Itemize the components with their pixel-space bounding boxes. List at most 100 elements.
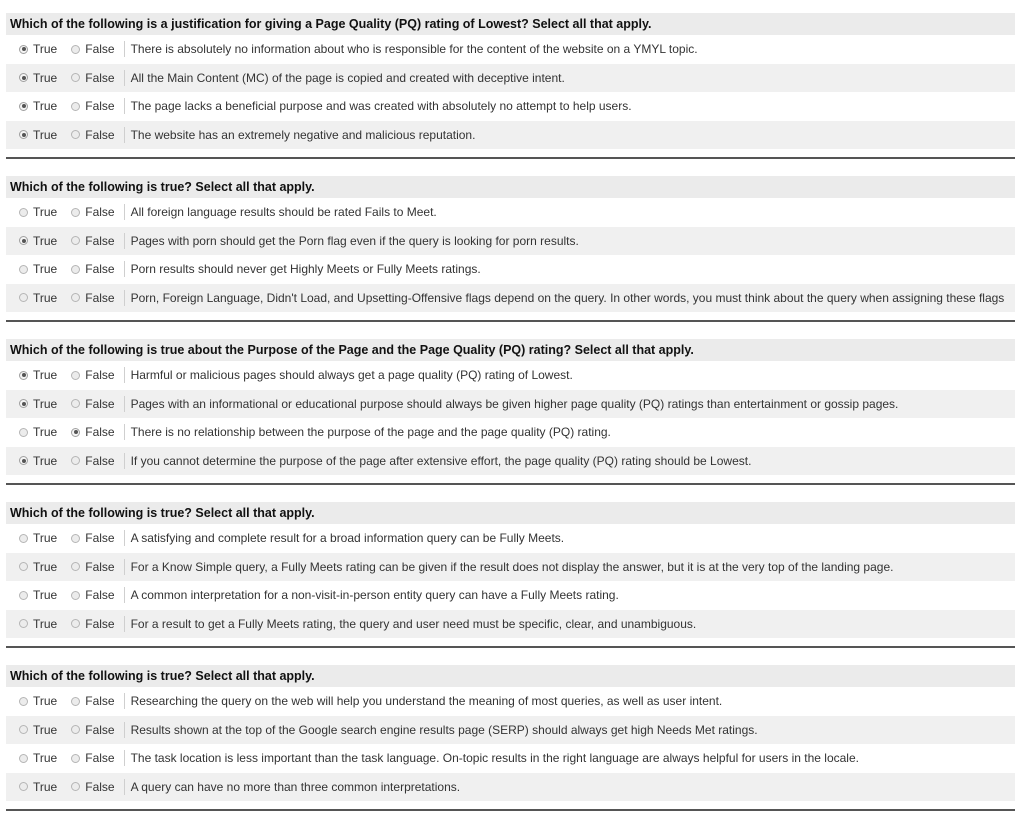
radio-false-input[interactable] xyxy=(71,130,81,140)
radio-true-label: True xyxy=(33,531,58,546)
radio-false[interactable]: False xyxy=(71,128,115,142)
radio-false-input[interactable] xyxy=(71,533,81,543)
radio-true[interactable]: True xyxy=(19,397,57,411)
radio-true-input[interactable] xyxy=(19,236,28,246)
radio-false[interactable]: False xyxy=(71,262,115,277)
radio-false[interactable]: False xyxy=(71,722,115,737)
radio-true[interactable]: True xyxy=(19,99,57,113)
radio-true[interactable]: True xyxy=(19,723,57,737)
radio-false[interactable]: False xyxy=(71,397,115,411)
radio-true-input[interactable] xyxy=(19,619,28,629)
radio-true-input[interactable] xyxy=(19,73,28,83)
radio-true-input[interactable] xyxy=(19,725,28,735)
radio-true[interactable]: True xyxy=(19,694,57,708)
radio-true[interactable]: True xyxy=(19,560,57,574)
question-separator xyxy=(6,646,1015,648)
radio-true[interactable]: True xyxy=(19,751,57,765)
option-divider xyxy=(123,395,125,412)
radio-true-input[interactable] xyxy=(19,207,28,217)
radio-false-input[interactable] xyxy=(71,44,81,54)
radio-true-input[interactable] xyxy=(19,399,28,409)
radio-false-input[interactable] xyxy=(71,236,81,246)
option-divider xyxy=(123,452,125,469)
radio-true[interactable]: True xyxy=(19,205,57,219)
radio-true[interactable]: True xyxy=(19,588,57,602)
radio-false[interactable]: False xyxy=(71,234,115,248)
radio-false-label: False xyxy=(85,722,115,737)
radio-true-input[interactable] xyxy=(19,562,28,572)
options-list: True False There is absolutely no informat… xyxy=(6,35,1015,149)
radio-true[interactable]: True xyxy=(19,368,57,382)
radio-true-input[interactable] xyxy=(19,44,28,54)
radio-false-input[interactable] xyxy=(71,753,81,763)
question-block: Which of the following is true about the… xyxy=(6,339,1015,485)
radio-false-input[interactable] xyxy=(71,264,81,274)
radio-true[interactable]: True xyxy=(19,454,57,468)
radio-true[interactable]: True xyxy=(19,291,57,305)
radio-false-label: False xyxy=(85,262,115,277)
radio-false[interactable]: False xyxy=(71,694,115,708)
radio-true-input[interactable] xyxy=(19,753,28,763)
option-divider xyxy=(123,424,125,441)
radio-true[interactable]: True xyxy=(19,780,57,794)
radio-true-input[interactable] xyxy=(19,130,28,140)
option-row: True False All foreign language results sh… xyxy=(6,198,1015,227)
option-text: The website has an extremely negative an… xyxy=(130,127,476,142)
radio-false-input[interactable] xyxy=(71,456,81,466)
radio-false-input[interactable] xyxy=(71,207,81,217)
radio-false[interactable]: False xyxy=(71,425,115,440)
radio-true-input[interactable] xyxy=(19,696,28,706)
radio-false[interactable]: False xyxy=(71,42,115,56)
radio-false[interactable]: False xyxy=(71,531,115,545)
radio-false-input[interactable] xyxy=(71,73,81,83)
radio-true[interactable]: True xyxy=(19,42,57,56)
radio-false-input[interactable] xyxy=(71,562,81,572)
radio-true-label: True xyxy=(33,425,58,440)
radio-false-label: False xyxy=(85,751,115,766)
option-text: Harmful or malicious pages should always… xyxy=(130,368,573,383)
radio-true-input[interactable] xyxy=(19,293,28,303)
option-text: The page lacks a beneficial purpose and … xyxy=(130,99,632,114)
radio-false-input[interactable] xyxy=(71,427,81,437)
radio-true-label: True xyxy=(33,722,58,737)
radio-true[interactable]: True xyxy=(19,234,57,248)
radio-false[interactable]: False xyxy=(71,560,115,574)
radio-false[interactable]: False xyxy=(71,368,115,382)
radio-false-input[interactable] xyxy=(71,370,81,380)
radio-true-input[interactable] xyxy=(19,782,28,792)
radio-false-input[interactable] xyxy=(71,725,81,735)
radio-false-label: False xyxy=(85,425,115,440)
radio-false[interactable]: False xyxy=(71,617,115,631)
radio-false-input[interactable] xyxy=(71,590,81,600)
radio-false[interactable]: False xyxy=(71,779,115,794)
radio-true-input[interactable] xyxy=(19,590,28,600)
radio-false-input[interactable] xyxy=(71,101,81,111)
radio-true-input[interactable] xyxy=(19,533,28,543)
radio-false[interactable]: False xyxy=(71,291,115,305)
radio-true[interactable]: True xyxy=(19,71,57,85)
radio-true-input[interactable] xyxy=(19,264,28,274)
radio-true[interactable]: True xyxy=(19,128,57,142)
radio-false[interactable]: False xyxy=(71,71,115,85)
radio-false[interactable]: False xyxy=(71,99,115,113)
radio-false[interactable]: False xyxy=(71,751,115,766)
radio-false-input[interactable] xyxy=(71,293,81,303)
radio-false[interactable]: False xyxy=(71,588,115,602)
radio-false-input[interactable] xyxy=(71,696,81,706)
radio-true-input[interactable] xyxy=(19,427,28,437)
radio-true-label: True xyxy=(33,99,58,114)
radio-true-input[interactable] xyxy=(19,456,28,466)
radio-true[interactable]: True xyxy=(19,262,57,276)
radio-true[interactable]: True xyxy=(19,425,57,439)
question-title: Which of the following is a justificatio… xyxy=(6,13,1015,35)
radio-false[interactable]: False xyxy=(71,454,115,468)
radio-false-input[interactable] xyxy=(71,619,81,629)
radio-false[interactable]: False xyxy=(71,205,115,219)
radio-true[interactable]: True xyxy=(19,531,57,545)
radio-false-input[interactable] xyxy=(71,399,81,409)
radio-true-input[interactable] xyxy=(19,370,28,380)
radio-false-input[interactable] xyxy=(71,782,81,792)
radio-true-input[interactable] xyxy=(19,101,28,111)
radio-false-label: False xyxy=(85,779,115,794)
radio-true[interactable]: True xyxy=(19,617,57,631)
